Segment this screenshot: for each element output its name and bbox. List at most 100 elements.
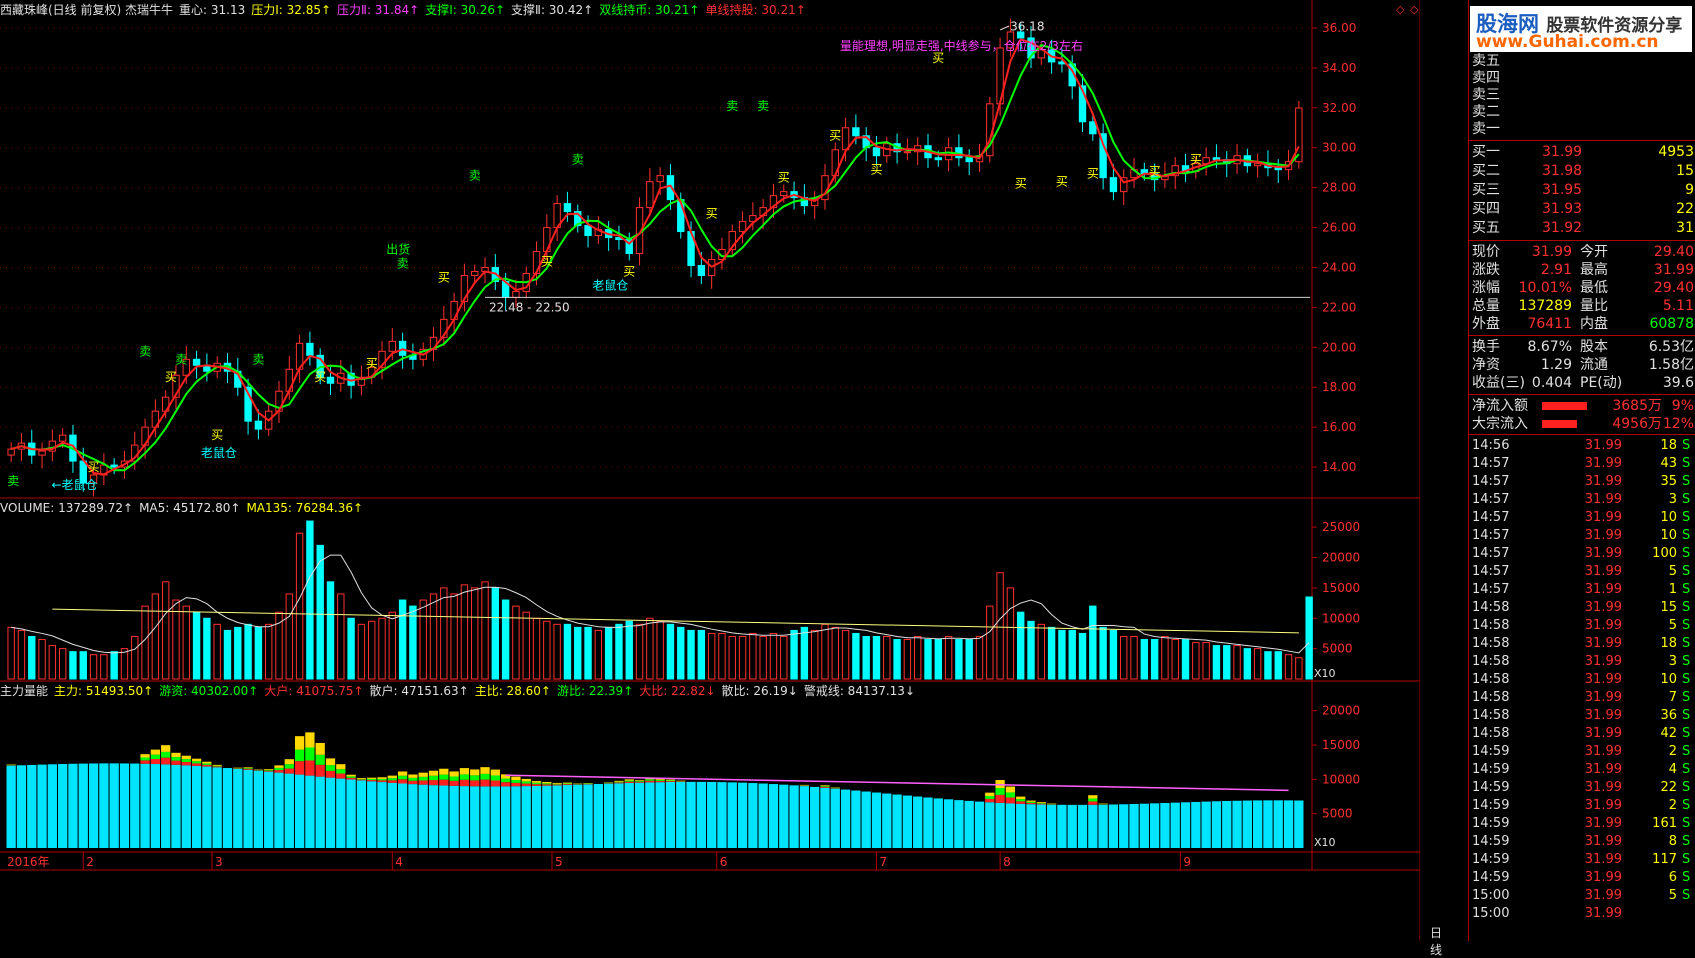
signal-label-18: 老鼠仓	[592, 278, 628, 292]
quote-value-2: 31.99	[1654, 261, 1694, 279]
close-diamond-icon[interactable]: ◇	[1410, 3, 1418, 16]
money-yellow-bar-28	[295, 736, 304, 749]
tick-row-24: 14:5931.996S	[1472, 869, 1694, 887]
money-yellow-bar-35	[367, 778, 376, 779]
money-yellow-bar-97	[1006, 787, 1015, 793]
quote-row-2: 涨幅10.01%最低29.40	[1472, 279, 1694, 297]
money-green-bar-25	[264, 770, 273, 771]
money-yellow-bar-47	[491, 770, 500, 776]
chart-canvas[interactable]: 36.0034.0032.0030.0028.0026.0024.0022.00…	[0, 0, 1420, 941]
money-green-bar-53	[552, 784, 561, 785]
signal-label-10: 买	[366, 356, 378, 370]
candle-body-0	[8, 449, 14, 455]
money-yellow-bar-50	[522, 779, 531, 782]
money-yellow-bar-13	[140, 754, 149, 757]
volume-bar-114	[1182, 640, 1188, 679]
money-yellow-bar-30	[316, 743, 325, 755]
kline-chart-area[interactable]: 36.0034.0032.0030.0028.0026.0024.0022.00…	[0, 0, 1420, 941]
candle-body-107	[1110, 178, 1116, 192]
tick-volume: 2	[1632, 797, 1677, 815]
volume-bar-120	[1244, 649, 1250, 679]
money-cyan-bar-52	[542, 786, 551, 848]
quote-value: 31.99	[1472, 243, 1572, 261]
price-header-item-4: 支撑Ⅰ: 30.26↑	[425, 3, 505, 17]
volume-bar-100	[1038, 624, 1044, 679]
money-green-bar-39	[408, 778, 417, 781]
tick-row-5: 14:5731.9910S	[1472, 527, 1694, 545]
tick-row-9: 14:5831.9915S	[1472, 599, 1694, 617]
range-label: 22.48 - 22.50	[489, 300, 570, 314]
buy-level-0: 买一31.994953	[1472, 143, 1694, 161]
money-red-bar-14	[151, 759, 160, 764]
money-yellow-bar-38	[398, 771, 407, 775]
tick-side: S	[1682, 887, 1690, 905]
money-cyan-bar-90	[934, 798, 943, 848]
tick-time: 14:59	[1472, 815, 1509, 833]
money-green-bar-16	[171, 757, 180, 761]
price-indicator-header: 西藏珠峰(日线 前复权) 杰瑞牛牛重心: 31.13压力Ⅰ: 32.85↑压力Ⅱ…	[0, 2, 812, 18]
buy-level-1: 买二31.9815	[1472, 162, 1694, 180]
money-yellow-bar-100	[1037, 802, 1046, 803]
tick-price: 31.99	[1560, 851, 1622, 869]
fund-value: 0.404	[1472, 374, 1572, 392]
money-cyan-bar-72	[748, 783, 757, 848]
tick-volume: 5	[1632, 617, 1677, 635]
money-cyan-bar-124	[1284, 800, 1293, 848]
volume-bar-58	[605, 627, 611, 679]
flow-bar	[1542, 402, 1587, 410]
money-yellow-bar-31	[326, 758, 335, 765]
tick-time: 14:57	[1472, 473, 1509, 491]
money-cyan-bar-68	[707, 782, 716, 848]
money-green-bar-63	[656, 780, 665, 781]
settings-diamond-icon[interactable]: ◇	[1396, 3, 1404, 16]
tick-side: S	[1682, 581, 1690, 599]
volume-bar-46	[482, 582, 488, 679]
tick-side: S	[1682, 815, 1690, 833]
money-cyan-bar-95	[985, 802, 994, 848]
money-cyan-bar-21	[223, 768, 232, 848]
quote-value: 10.01%	[1472, 279, 1572, 297]
money-yellow-bar-36	[377, 777, 386, 779]
volume-axis-label-4: 5000	[1322, 642, 1353, 656]
signal-label-12: 卖	[397, 256, 409, 270]
money-header-item-7: 大比: 22.82↓	[639, 684, 715, 698]
money-red-bar-33	[346, 778, 355, 780]
money-cyan-bar-41	[429, 785, 438, 848]
volume-bar-86	[894, 640, 900, 679]
volume-bar-62	[647, 618, 653, 679]
price-header-item-1: 重心: 31.13	[179, 3, 245, 17]
tick-time: 14:57	[1472, 581, 1509, 599]
volume-bar-4	[49, 646, 55, 679]
signal-label-28: 买	[1087, 167, 1099, 181]
money-yellow-bar-54	[563, 783, 572, 784]
quote-row-0: 现价31.99今开29.40	[1472, 243, 1694, 261]
period-label[interactable]: 日线	[1430, 924, 1442, 958]
money-cyan-bar-31	[326, 778, 335, 848]
price-axis-label-1: 34.00	[1322, 61, 1356, 75]
volume-bar-36	[379, 618, 385, 679]
tick-time: 14:57	[1472, 527, 1509, 545]
tick-price: 31.99	[1560, 581, 1622, 599]
quote-label-2: 最低	[1580, 279, 1608, 297]
tick-side: S	[1682, 491, 1690, 509]
money-red-bar-44	[460, 780, 469, 786]
tick-side: S	[1682, 797, 1690, 815]
annotation-text: 量能理想,明显走强,中线参与，仓位在2/3左右	[840, 37, 1083, 54]
buy-label: 买三	[1472, 181, 1500, 199]
signal-label-3: 卖	[139, 344, 151, 358]
money-cyan-bar-33	[346, 780, 355, 848]
money-cyan-bar-103	[1068, 805, 1077, 848]
tick-side: S	[1682, 779, 1690, 797]
volume-bar-99	[1028, 621, 1034, 679]
tick-price: 31.99	[1560, 617, 1622, 635]
volume-bar-13	[142, 606, 148, 679]
money-header-item-3: 大户: 41075.75↑	[264, 684, 363, 698]
buy-level-4: 买五31.9231	[1472, 219, 1694, 237]
volume-bar-21	[224, 630, 230, 679]
volume-bar-101	[1048, 627, 1054, 679]
money-cyan-bar-70	[728, 782, 737, 848]
signal-label-8: 卖	[252, 352, 264, 366]
price-header-item-3: 压力Ⅱ: 31.84↑	[337, 3, 419, 17]
volume-bar-117	[1213, 646, 1219, 679]
tick-volume: 18	[1632, 437, 1677, 455]
